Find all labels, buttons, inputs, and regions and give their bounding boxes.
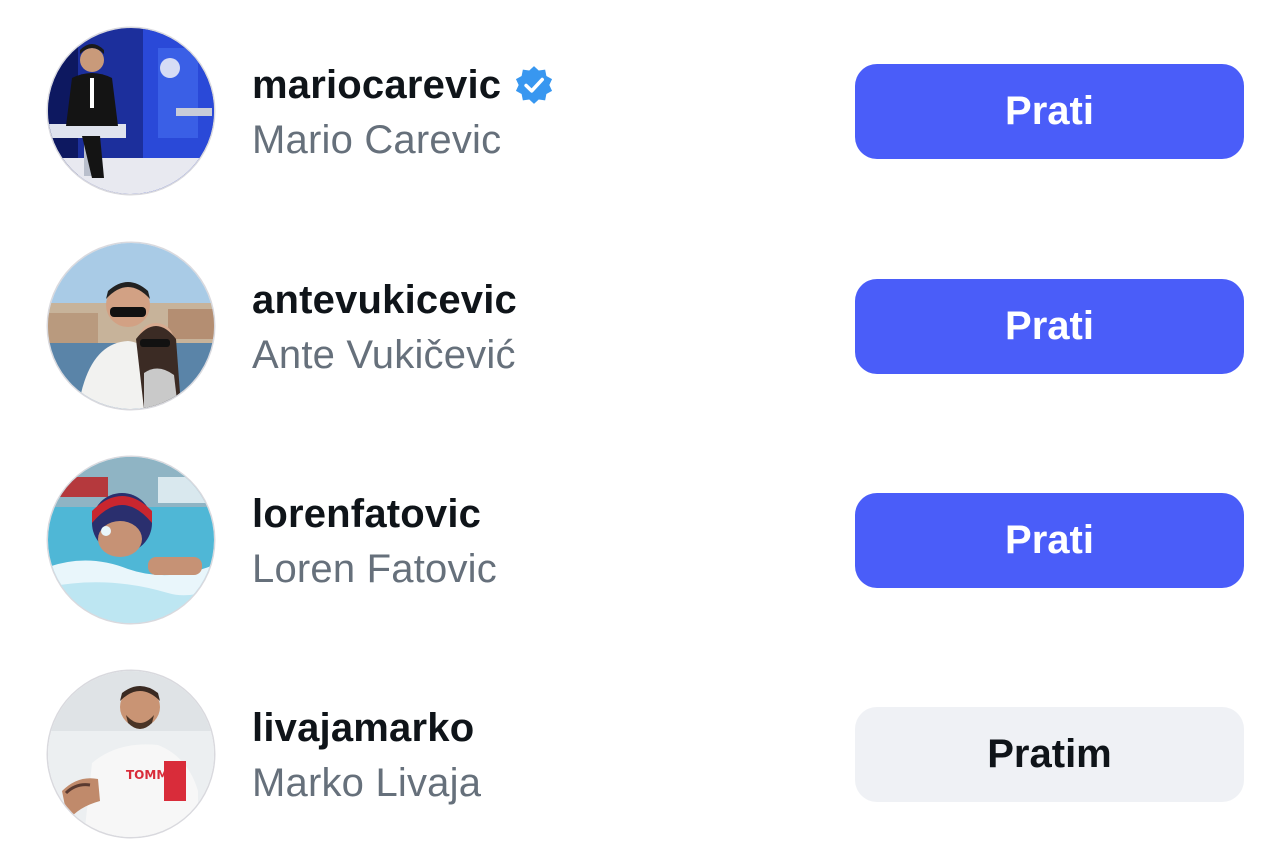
username[interactable]: antevukicevic [252, 278, 517, 323]
account-row-antevukicevic[interactable]: antevukicevic Ante Vukičević Prati [0, 243, 1280, 413]
avatar-lorenfatovic[interactable] [48, 457, 214, 623]
full-name: Loren Fatovic [252, 547, 497, 591]
follow-button[interactable]: Prati [855, 279, 1244, 374]
suggested-accounts-list: mariocarevic Mario Carevic Prati antevuk… [0, 0, 1280, 868]
account-row-livajamarko[interactable]: TOMMY livajamarko Marko Livaja Pratim [0, 671, 1280, 841]
full-name: Ante Vukičević [252, 333, 516, 377]
username[interactable]: lorenfatovic [252, 492, 481, 537]
avatar-photo [48, 457, 214, 623]
svg-text:TOMMY: TOMMY [126, 768, 177, 782]
avatar-photo [48, 28, 214, 194]
username[interactable]: livajamarko [252, 706, 474, 751]
avatar-photo: TOMMY [48, 671, 214, 837]
username[interactable]: mariocarevic [252, 63, 501, 108]
username-line: mariocarevic [252, 60, 555, 110]
account-row-lorenfatovic[interactable]: lorenfatovic Loren Fatovic Prati [0, 457, 1280, 627]
username-line: antevukicevic [252, 275, 517, 325]
following-button[interactable]: Pratim [855, 707, 1244, 802]
full-name: Mario Carevic [252, 118, 502, 162]
avatar-livajamarko[interactable]: TOMMY [48, 671, 214, 837]
full-name: Marko Livaja [252, 761, 482, 805]
avatar-mariocarevic[interactable] [48, 28, 214, 194]
username-line: lorenfatovic [252, 489, 481, 539]
avatar-antevukicevic[interactable] [48, 243, 214, 409]
follow-button[interactable]: Prati [855, 64, 1244, 159]
account-row-mariocarevic[interactable]: mariocarevic Mario Carevic Prati [0, 28, 1280, 198]
username-line: livajamarko [252, 703, 474, 753]
verified-badge-icon [513, 64, 555, 106]
avatar-photo [48, 243, 214, 409]
follow-button[interactable]: Prati [855, 493, 1244, 588]
